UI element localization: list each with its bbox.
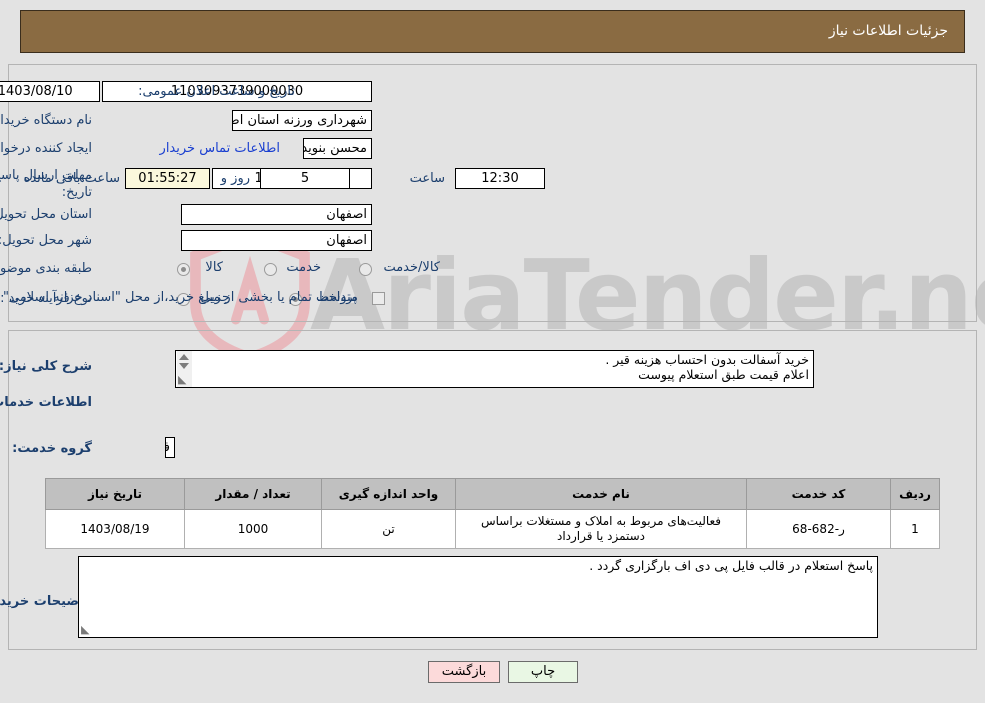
category-radio-kala[interactable] [177, 263, 190, 276]
table-header-row: ردیف کد خدمت نام خدمت واحد اندازه گیری ت… [45, 478, 940, 510]
cell-unit: تن [321, 509, 456, 549]
requester-value: محسن بنویدی ورزنه کاربرداز شهرداری ورزنه… [303, 138, 372, 159]
scroll-down-arrow-icon[interactable] [179, 363, 189, 369]
services-heading: اطلاعات خدمات مورد نیاز [0, 395, 92, 410]
buyer-notes-textarea[interactable]: پاسخ استعلام در قالب فایل پی دی اف بارگز… [78, 556, 878, 638]
deadline-hour-label: ساعت [409, 171, 445, 186]
cell-service-code: ر-682-68 [746, 509, 891, 549]
th-service-code: کد خدمت [746, 478, 891, 510]
category-radio-khedmat[interactable] [264, 263, 277, 276]
category-radio-label-khedmat: خدمت [286, 260, 321, 275]
description-label: شرح کلی نیاز: [0, 359, 92, 374]
service-group-label: گروه خدمت: [12, 441, 92, 456]
category-radio-kala-khedmat[interactable] [359, 263, 372, 276]
buyer-contact-link[interactable]: اطلاعات تماس خریدار [160, 141, 280, 156]
category-radio-label-kala: کالا [205, 260, 223, 275]
cell-row-no: 1 [890, 509, 940, 549]
need-info-panel [8, 64, 977, 322]
th-row-no: ردیف [890, 478, 940, 510]
page-title-bar: جزئیات اطلاعات نیاز [20, 10, 965, 53]
province-value: اصفهان [181, 204, 372, 225]
announce-datetime-value: 1403/08/10 - 10:04 [0, 81, 100, 102]
scroll-up-arrow-icon[interactable] [179, 354, 189, 360]
city-label: شهر محل تحویل: [0, 233, 92, 248]
buyer-notes-text: پاسخ استعلام در قالب فایل پی دی اف بارگز… [589, 558, 873, 573]
deadline-label-line2: تاریخ: [61, 185, 92, 200]
province-label: استان محل تحویل: [0, 207, 92, 222]
page-root: AriaTender.net جزئیات اطلاعات نیاز شماره… [0, 0, 985, 703]
deadline-hour-value: 12:30 [455, 168, 545, 189]
page-title: جزئیات اطلاعات نیاز [828, 23, 948, 39]
announce-datetime-label: تاریخ و ساعت اعلان عمومی: [138, 84, 295, 99]
th-unit: واحد اندازه گیری [321, 478, 456, 510]
th-need-date: تاریخ نیاز [45, 478, 185, 510]
cell-service-name: فعالیت‌های مربوط به املاک و مستغلات براس… [455, 509, 747, 549]
cell-quantity: 1000 [184, 509, 322, 549]
th-service-name: نام خدمت [455, 478, 747, 510]
description-text: خرید آسفالت بدون احتساب هزینه قیر . اعلا… [605, 352, 809, 382]
th-quantity: تعداد / مقدار [184, 478, 322, 510]
requester-label: ایجاد کننده درخواست: [0, 141, 92, 156]
service-items-table: ردیف کد خدمت نام خدمت واحد اندازه گیری ت… [45, 478, 940, 549]
buyer-org-value: شهرداری ورزنه استان اصفهان [232, 110, 372, 131]
treasury-docs-checkbox[interactable] [372, 292, 385, 305]
cell-need-date: 1403/08/19 [45, 509, 185, 549]
print-button[interactable]: چاپ [508, 661, 578, 683]
back-button[interactable]: بازگشت [428, 661, 500, 683]
description-textarea[interactable]: خرید آسفالت بدون احتساب هزینه قیر . اعلا… [175, 350, 814, 388]
category-label: طبقه بندی موضوعی: [0, 261, 92, 276]
remaining-time-label: ساعت باقی مانده [23, 171, 120, 186]
notes-resize-grip-icon[interactable]: ◢ [81, 623, 91, 636]
treasury-docs-label: پرداخت تمام یا بخشی از مبلغ خرید،از محل … [0, 290, 357, 305]
resize-grip-icon[interactable]: ◢ [178, 373, 188, 386]
remaining-days-value: 5 [260, 168, 350, 189]
table-row: 1 ر-682-68 فعالیت‌های مربوط به املاک و م… [45, 509, 940, 549]
category-radio-label-kala-khedmat: کالا/خدمت [383, 260, 440, 275]
service-group-value: فعالیت‌های املاک و مستغلات [165, 437, 175, 458]
remaining-time-value: 01:55:27 [125, 168, 210, 189]
buyer-org-label: نام دستگاه خریدار: [0, 113, 92, 128]
city-value: اصفهان [181, 230, 372, 251]
